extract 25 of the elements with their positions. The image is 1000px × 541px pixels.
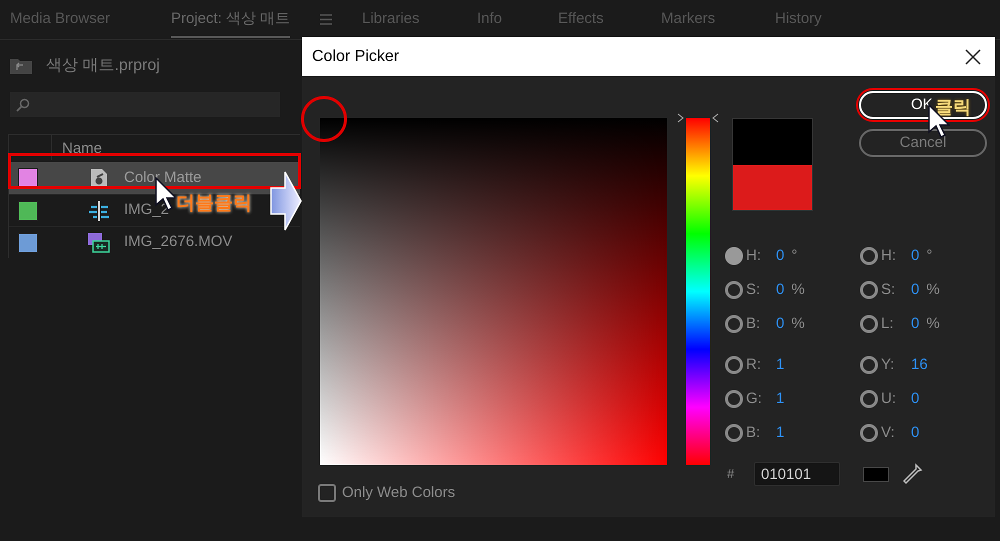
project-name: 색상 매트.prproj [46,56,160,76]
field-label: G: [746,388,763,409]
item-name: IMG_2676.MOV [124,232,232,252]
hex-label: # [727,465,736,484]
field-label: L: [881,314,895,334]
field-label: S: [881,280,896,300]
field-label: U: [881,388,897,409]
unit-label: ° [791,246,798,266]
unit-label: % [926,280,940,300]
field-label: B: [746,314,762,334]
field-label: V: [881,422,896,443]
item-name: Color Matte [124,168,202,188]
unit-label: % [926,314,940,334]
field-label: Y: [881,354,896,375]
dialog-title: Color Picker [312,46,400,66]
field-label: H: [881,246,897,266]
unit-label: % [791,314,805,334]
field-label: R: [746,354,762,375]
annotation-label: 더블클릭 [176,192,252,216]
annotation-label: 클릭 [935,96,971,119]
field-label: S: [746,280,762,300]
unit-label: ° [926,246,932,266]
field-label: B: [746,422,762,443]
unit-label: % [791,280,805,300]
field-label: H: [746,246,762,266]
